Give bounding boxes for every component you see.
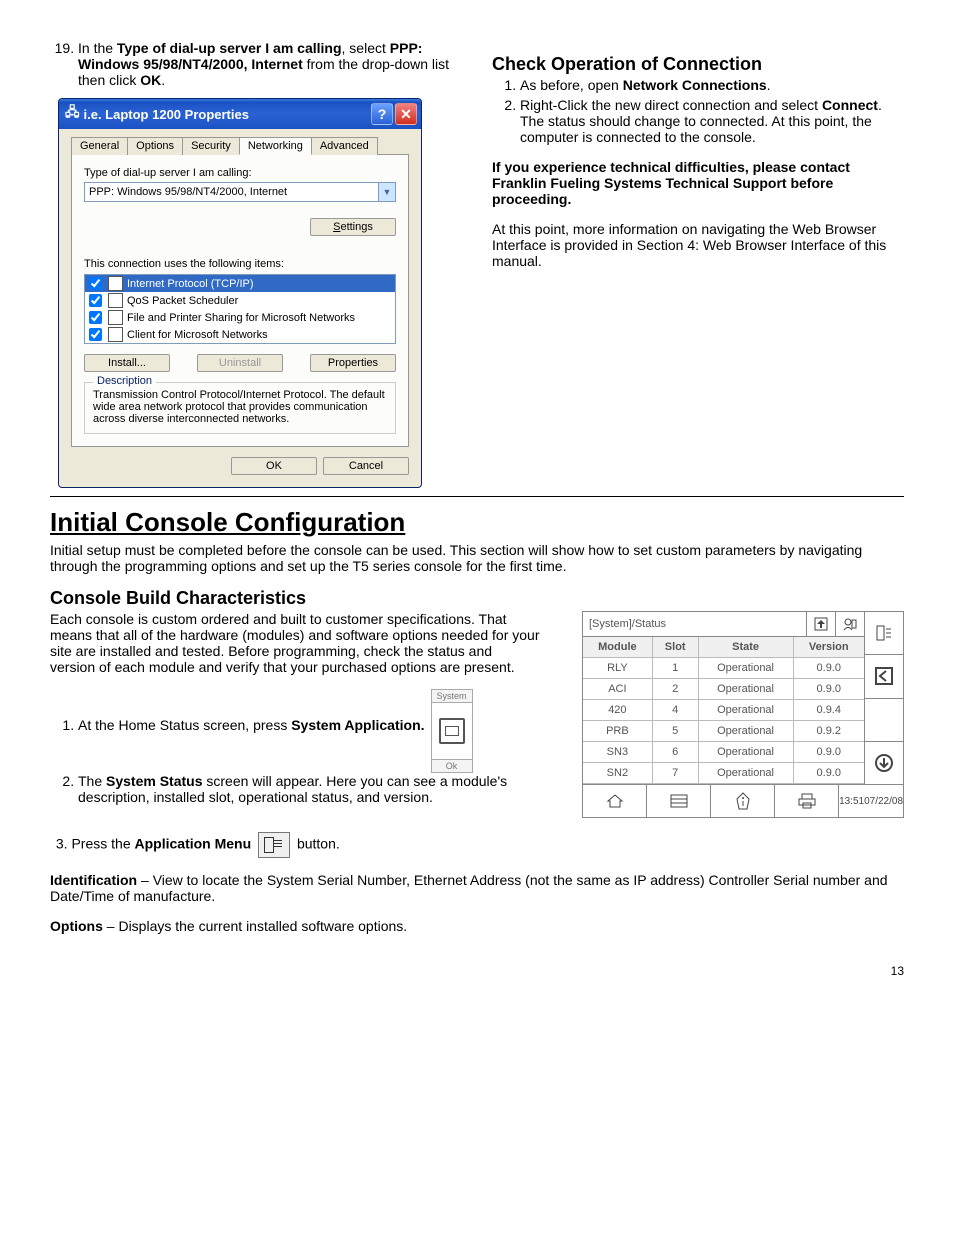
application-menu-icon[interactable]	[258, 832, 290, 858]
back-icon[interactable]	[865, 655, 903, 698]
user-icon[interactable]	[835, 612, 864, 636]
tab-networking[interactable]: Networking	[239, 137, 312, 155]
protocol-icon	[108, 310, 123, 325]
console-build-para: Each console is custom ordered and built…	[50, 611, 540, 675]
system-status-screen: [System]/Status Module Slot State Versio…	[582, 611, 904, 818]
description-text: Transmission Control Protocol/Internet P…	[93, 389, 387, 425]
col-version: Version	[793, 637, 864, 658]
uninstall-button: Uninstall	[197, 354, 283, 372]
list-icon[interactable]	[647, 785, 711, 817]
tab-security[interactable]: Security	[182, 137, 240, 155]
description-group: Description Transmission Control Protoco…	[84, 382, 396, 434]
console-step3: 3. Press the Application Menu button.	[52, 832, 904, 858]
col-slot: Slot	[652, 637, 698, 658]
dialog-tabs: General Options Security Networking Adva…	[71, 137, 409, 155]
tab-advanced[interactable]: Advanced	[311, 137, 378, 155]
ok-label: Ok	[432, 759, 472, 772]
table-row: ACI2Operational0.9.0	[583, 679, 864, 700]
dialog-title: i.e. Laptop 1200 Properties	[84, 107, 249, 122]
properties-dialog: 🖧 i.e. Laptop 1200 Properties ? ✕ Genera…	[58, 98, 422, 488]
table-row: RLY1Operational0.9.0	[583, 658, 864, 679]
identification-para: Identification – View to locate the Syst…	[50, 872, 904, 904]
install-button[interactable]: Install...	[84, 354, 170, 372]
breadcrumb: [System]/Status	[583, 618, 806, 630]
blank-side	[865, 699, 903, 742]
list-item[interactable]: Internet Protocol (TCP/IP)	[85, 275, 395, 292]
help-icon[interactable]: ?	[371, 103, 393, 125]
ok-button[interactable]: OK	[231, 457, 317, 475]
warning-text: If you experience technical difficulties…	[492, 159, 904, 207]
chevron-down-icon[interactable]: ▼	[378, 183, 395, 201]
list-item[interactable]: QoS Packet Scheduler	[85, 292, 395, 309]
protocol-icon	[108, 293, 123, 308]
settings-button[interactable]: Settings	[310, 218, 396, 236]
dropdown-value: PPP: Windows 95/98/NT4/2000, Internet	[85, 186, 378, 198]
table-row: PRB5Operational0.9.2	[583, 721, 864, 742]
init-config-title: Initial Console Configuration	[50, 507, 904, 538]
checkbox[interactable]	[89, 311, 102, 324]
check-op-step2: Right-Click the new direct connection an…	[520, 97, 904, 145]
console-step2: The System Status screen will appear. He…	[78, 773, 638, 805]
table-row: 4204Operational0.9.4	[583, 700, 864, 721]
table-row: SN27Operational0.9.0	[583, 763, 864, 784]
col-state: State	[698, 637, 793, 658]
protocol-list[interactable]: Internet Protocol (TCP/IP) QoS Packet Sc…	[84, 274, 396, 344]
info-icon[interactable]	[711, 785, 775, 817]
col-module: Module	[583, 637, 652, 658]
app-menu-icon[interactable]	[865, 612, 903, 655]
cancel-button[interactable]: Cancel	[323, 457, 409, 475]
table-row: SN36Operational0.9.0	[583, 742, 864, 763]
console-step1: At the Home Status screen, press System …	[78, 717, 425, 733]
checkbox[interactable]	[89, 294, 102, 307]
properties-button[interactable]: Properties	[310, 354, 396, 372]
close-icon[interactable]: ✕	[395, 103, 417, 125]
checkbox[interactable]	[89, 328, 102, 341]
browser-info: At this point, more information on navig…	[492, 221, 904, 269]
page-number: 13	[50, 964, 904, 978]
instruction-19: In the Type of dial-up server I am calli…	[78, 40, 462, 88]
print-icon[interactable]	[775, 785, 839, 817]
clock-readout: 13:5107/22/08	[839, 785, 903, 817]
init-config-para: Initial setup must be completed before t…	[50, 542, 904, 574]
home-icon[interactable]	[583, 785, 647, 817]
check-op-title: Check Operation of Connection	[492, 54, 904, 75]
up-icon[interactable]	[806, 612, 835, 636]
tab-general[interactable]: General	[71, 137, 128, 155]
server-type-label: Type of dial-up server I am calling:	[84, 167, 396, 179]
dialog-titlebar: 🖧 i.e. Laptop 1200 Properties ? ✕	[59, 99, 421, 129]
check-op-step1: As before, open Network Connections.	[520, 77, 904, 93]
system-icon	[439, 718, 465, 744]
server-type-dropdown[interactable]: PPP: Windows 95/98/NT4/2000, Internet ▼	[84, 182, 396, 202]
items-label: This connection uses the following items…	[84, 258, 396, 270]
list-item[interactable]: Client for Microsoft Networks	[85, 326, 395, 343]
protocol-icon	[108, 327, 123, 342]
options-para: Options – Displays the current installed…	[50, 918, 904, 934]
window-icon: 🖧	[65, 103, 80, 125]
system-application-button[interactable]: System Ok	[431, 689, 473, 773]
console-build-title: Console Build Characteristics	[50, 588, 904, 609]
tab-options[interactable]: Options	[127, 137, 183, 155]
down-icon[interactable]	[865, 742, 903, 784]
status-table: Module Slot State Version RLY1Operationa…	[583, 637, 864, 784]
description-legend: Description	[93, 375, 156, 387]
list-item[interactable]: File and Printer Sharing for Microsoft N…	[85, 309, 395, 326]
protocol-icon	[108, 276, 123, 291]
checkbox[interactable]	[89, 277, 102, 290]
system-label: System	[432, 690, 472, 703]
